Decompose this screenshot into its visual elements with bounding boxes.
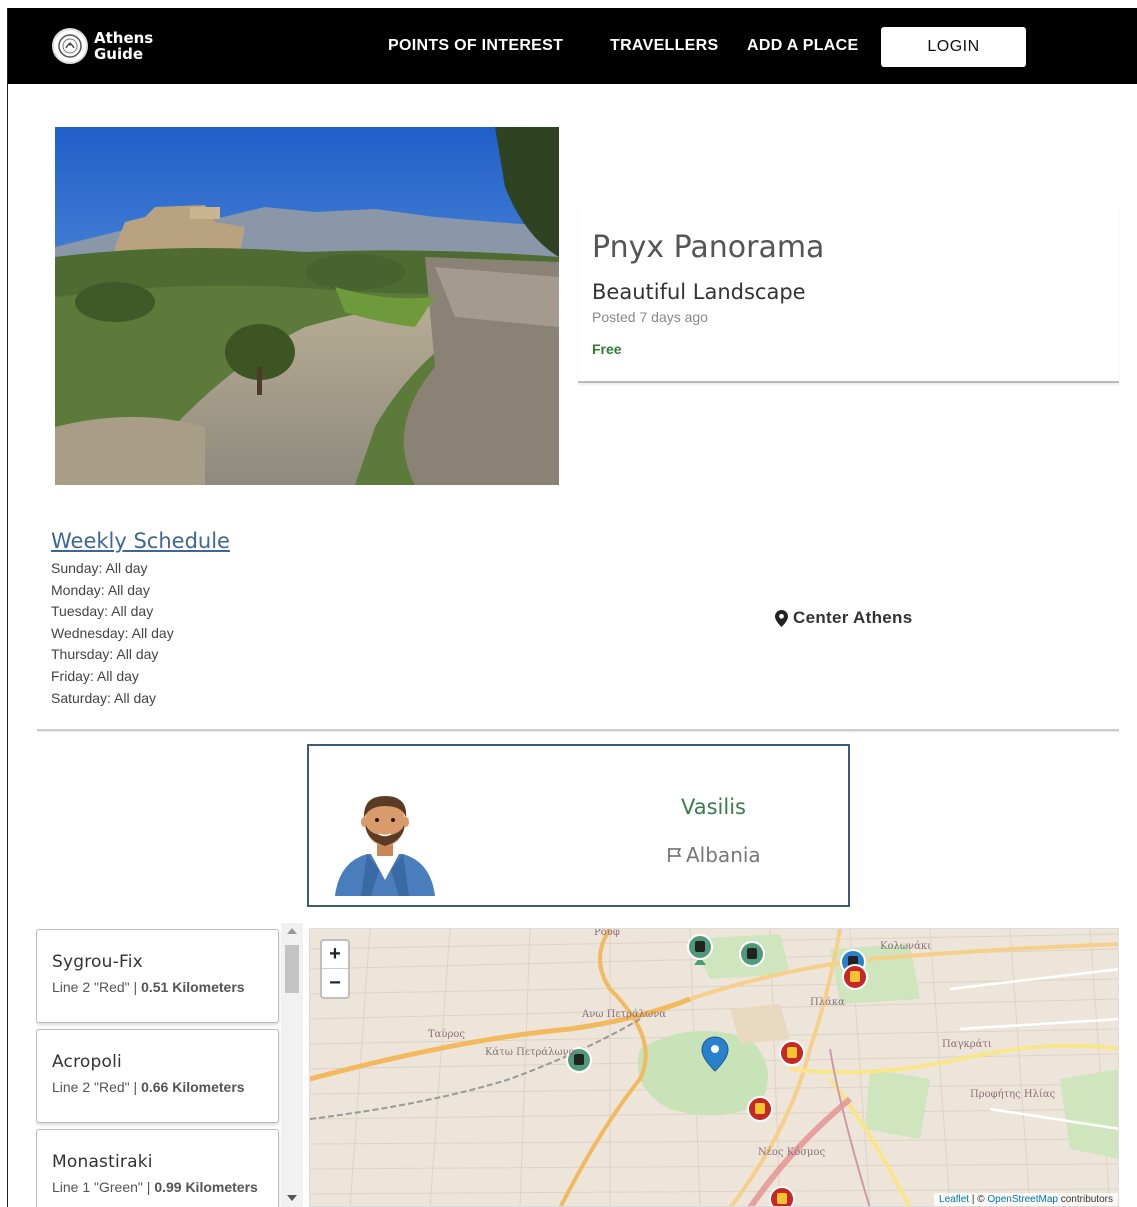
schedule-list: Sunday: All day Monday: All day Tuesday:… [51,558,174,709]
map-label: Ταύρος [428,1029,466,1040]
leaflet-link[interactable]: Leaflet [939,1194,969,1205]
scroll-thumb[interactable] [285,945,299,993]
scroll-up-arrow-icon[interactable] [287,928,297,934]
login-button[interactable]: LOGIN [881,27,1026,67]
price-label: Free [592,341,622,357]
attribution-tail: contributors [1057,1194,1113,1205]
station-card[interactable]: Monastiraki Line 1 "Green" | 0.99 Kilome… [36,1129,279,1207]
site-logo[interactable]: Athens Guide [52,28,153,64]
schedule-day: Monday: All day [51,581,150,598]
station-info: Line 2 "Red" | 0.51 Kilometers [52,979,263,995]
osm-link[interactable]: OpenStreetMap [987,1194,1058,1205]
metro-station-marker[interactable] [769,1186,795,1207]
schedule-day: Saturday: All day [51,689,157,706]
top-navbar: Athens Guide POINTS OF INTEREST TRAVELLE… [8,8,1137,84]
traveller-country: Albania [667,843,761,867]
section-divider [37,729,1119,731]
station-name: Sygrou-Fix [52,952,143,972]
station-line: Line 1 "Green" | [52,1179,155,1195]
logo-line-1: Athens [94,29,154,47]
map-view[interactable]: Ρουφ Κολωνάκι Ταύρος Ανω Πετράλωνα Κάτω … [309,928,1119,1207]
place-title: Pnyx Panorama [592,230,825,265]
place-photo [55,127,559,485]
schedule-day: Thursday: All day [51,646,159,663]
metro-station-marker[interactable] [739,941,765,967]
place-info-card: Pnyx Panorama Beautiful Landscape Posted… [578,208,1119,383]
station-distance: 0.51 Kilometers [141,979,245,995]
schedule-day: Tuesday: All day [51,603,154,620]
location-text: Center Athens [793,608,913,627]
nearby-stations-list: Sygrou-Fix Line 2 "Red" | 0.51 Kilometer… [36,923,306,1207]
map-label: Ανω Πετράλωνα [582,1009,667,1020]
map-label: Παγκράτι [942,1039,992,1050]
traveller-card[interactable]: Vasilis Albania [307,744,850,907]
avatar [331,790,439,896]
metro-station-marker[interactable] [747,1096,773,1122]
map-label: Κάτω Πετράλωνα [485,1047,576,1058]
station-card[interactable]: Acropoli Line 2 "Red" | 0.66 Kilometers [36,1029,279,1123]
schedule-day: Sunday: All day [51,560,148,576]
weekly-schedule-link[interactable]: Weekly Schedule [51,529,230,553]
attribution-separator: | © [969,1194,988,1205]
station-line: Line 2 "Red" | [52,979,142,995]
station-name: Monastiraki [52,1152,153,1172]
map-label: Ρουφ [594,928,620,938]
zoom-out-button[interactable]: − [322,969,348,997]
zoom-in-button[interactable]: + [322,941,348,969]
nav-add-a-place[interactable]: ADD A PLACE [747,37,858,55]
station-line: Line 2 "Red" | [52,1079,142,1095]
map-label: Προφήτης Ηλίας [970,1089,1056,1100]
station-info: Line 2 "Red" | 0.66 Kilometers [52,1079,263,1095]
station-card[interactable]: Sygrou-Fix Line 2 "Red" | 0.51 Kilometer… [36,929,279,1023]
logo-line-2: Guide [94,45,144,63]
schedule-day: Friday: All day [51,667,139,684]
metro-station-marker[interactable] [842,964,868,990]
metro-station-marker[interactable] [779,1040,805,1066]
scroll-down-arrow-icon[interactable] [287,1195,297,1201]
station-name: Acropoli [52,1052,122,1072]
map-marker-icon [775,609,788,627]
location-info: Center Athens [775,608,912,628]
logo-emblem-icon [52,28,88,64]
place-subtitle: Beautiful Landscape [592,280,806,304]
map-label: Πλάκα [810,997,845,1008]
traveller-name[interactable]: Vasilis [681,795,746,819]
list-scrollbar[interactable] [281,923,303,1207]
logo-text: Athens Guide [94,30,153,62]
zoom-control: + − [320,939,350,999]
country-text: Albania [686,843,761,867]
posted-date: Posted 7 days ago [592,309,708,325]
map-attribution: Leaflet | © OpenStreetMap contributors [934,1193,1118,1206]
station-distance: 0.66 Kilometers [141,1079,245,1095]
map-label: Νέος Κόσμος [758,1147,826,1158]
flag-icon [668,848,682,862]
nav-travellers[interactable]: TRAVELLERS [610,37,718,55]
nav-points-of-interest[interactable]: POINTS OF INTEREST [388,37,563,55]
schedule-day: Wednesday: All day [51,624,174,641]
map-label: Κολωνάκι [880,941,931,952]
page-frame: Athens Guide POINTS OF INTEREST TRAVELLE… [7,8,1137,1207]
map-tiles [310,929,1118,1207]
station-distance: 0.99 Kilometers [154,1179,258,1195]
station-info: Line 1 "Green" | 0.99 Kilometers [52,1179,263,1195]
